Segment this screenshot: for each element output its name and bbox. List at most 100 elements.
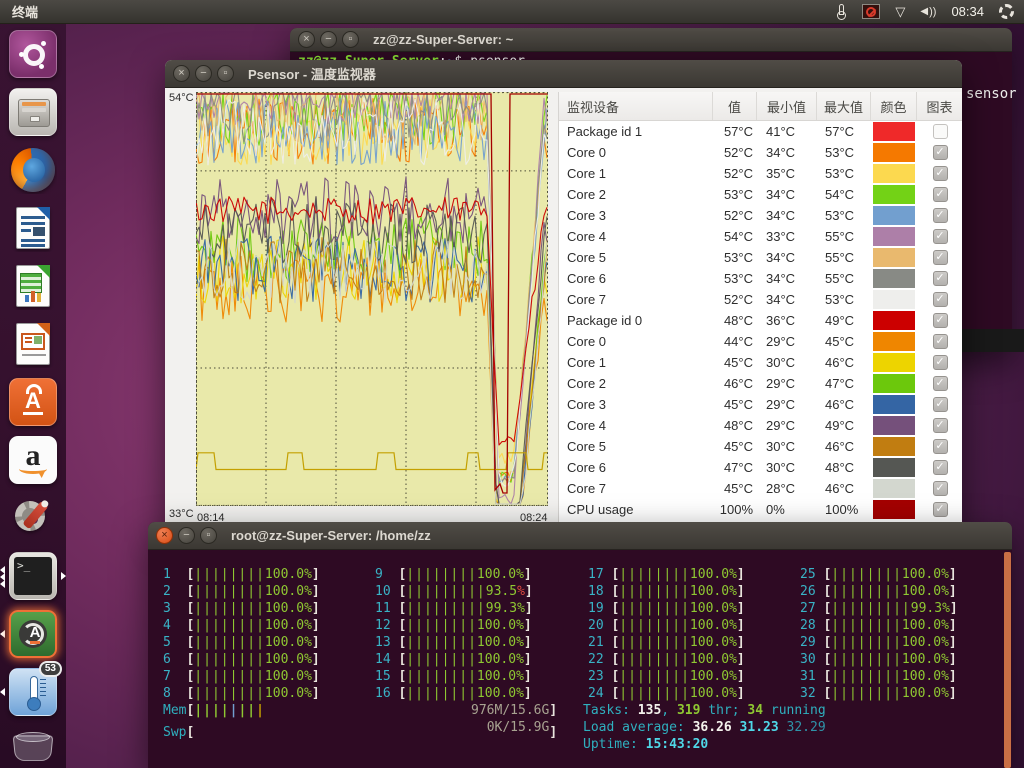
cpu-meter: 20 [||||||||100.0%] [588, 617, 745, 634]
launcher-item-settings[interactable] [9, 494, 57, 542]
table-cell: 29°C [757, 418, 817, 433]
graph-checkbox[interactable]: ✓ [933, 313, 948, 328]
window-fragment [962, 329, 1024, 352]
table-cell: 45°C [817, 334, 871, 349]
graph-checkbox[interactable]: ✓ [933, 481, 948, 496]
graph-checkbox[interactable]: ✓ [933, 376, 948, 391]
table-cell: CPU usage [559, 502, 713, 517]
graph-checkbox[interactable]: ✓ [933, 271, 948, 286]
maximize-button[interactable]: ▫ [342, 31, 359, 48]
memory-meter: Mem[||||||||976M/15.6G] [163, 702, 557, 719]
table-row[interactable]: Core 647°C30°C48°C✓ [559, 457, 962, 478]
minimize-button[interactable]: − [195, 65, 212, 82]
table-row[interactable]: Package id 048°C36°C49°C✓ [559, 310, 962, 331]
clock[interactable]: 08:34 [951, 4, 984, 19]
cpu-meter: 24 [||||||||100.0%] [588, 685, 745, 702]
column-header[interactable]: 颜色 [871, 92, 917, 120]
table-row[interactable]: Core 448°C29°C49°C✓ [559, 415, 962, 436]
minimize-button[interactable]: − [320, 31, 337, 48]
launcher-item-software-updater[interactable]: A [9, 610, 57, 658]
launcher-item-terminal[interactable]: >_ [9, 552, 57, 600]
screen-record-indicator-icon[interactable] [862, 4, 880, 19]
table-row[interactable]: Core 553°C34°C55°C✓ [559, 247, 962, 268]
graph-checkbox[interactable]: ✓ [933, 355, 948, 370]
table-row[interactable]: Core 246°C29°C47°C✓ [559, 373, 962, 394]
table-cell: 46°C [817, 355, 871, 370]
launcher-item-files[interactable] [9, 88, 57, 136]
app-menu-label[interactable]: 终端 [0, 2, 38, 21]
launcher-item-calc[interactable] [9, 262, 57, 310]
terminal-bg-titlebar[interactable]: × − ▫ zz@zz-Super-Server: ~ [290, 28, 1012, 52]
launcher-item-dash[interactable] [9, 30, 57, 78]
session-gear-icon[interactable] [999, 4, 1014, 19]
table-row[interactable]: Core 052°C34°C53°C✓ [559, 142, 962, 163]
cpu-meter: 7 [||||||||100.0%] [163, 668, 320, 685]
minimize-button[interactable]: − [178, 527, 195, 544]
table-row[interactable]: Core 454°C33°C55°C✓ [559, 226, 962, 247]
column-header[interactable]: 最大值 [817, 92, 871, 120]
graph-checkbox[interactable]: ✓ [933, 166, 948, 181]
volume-indicator-icon[interactable]: ◀)) [920, 6, 936, 18]
close-button[interactable]: × [156, 527, 173, 544]
thermometer-indicator-icon[interactable] [836, 4, 847, 20]
column-header[interactable]: 最小值 [757, 92, 817, 120]
close-button[interactable]: × [173, 65, 190, 82]
table-cell: 29°C [757, 397, 817, 412]
graph-checkbox[interactable]: ✓ [933, 397, 948, 412]
text-segment: Uptime: [583, 737, 646, 752]
close-button[interactable]: × [298, 31, 315, 48]
launcher-item-impress[interactable] [9, 320, 57, 368]
table-cell: 29°C [757, 376, 817, 391]
cpu-meter: 17 [||||||||100.0%] [588, 566, 745, 583]
column-header[interactable]: 值 [713, 92, 757, 120]
cpu-meter: 2 [||||||||100.0%] [163, 583, 320, 600]
table-row[interactable]: Core 752°C34°C53°C✓ [559, 289, 962, 310]
unity-launcher: A a >_ A 53 [0, 24, 66, 768]
scrollbar[interactable] [1004, 552, 1011, 768]
launcher-item-firefox[interactable] [9, 146, 57, 194]
graph-checkbox[interactable]: ✓ [933, 334, 948, 349]
table-row[interactable]: Core 745°C28°C46°C✓ [559, 478, 962, 499]
graph-checkbox[interactable]: ✓ [933, 418, 948, 433]
psensor-titlebar[interactable]: × − ▫ Psensor - 温度监视器 [165, 60, 962, 88]
graph-checkbox[interactable]: ✓ [933, 187, 948, 202]
cpu-meter: 23 [||||||||100.0%] [588, 668, 745, 685]
table-row[interactable]: CPU usage100%0%100%✓ [559, 499, 962, 520]
table-row[interactable]: Core 253°C34°C54°C✓ [559, 184, 962, 205]
table-row[interactable]: Core 044°C29°C45°C✓ [559, 331, 962, 352]
launcher-item-amazon[interactable]: a [9, 436, 57, 484]
launcher-item-trash[interactable] [10, 730, 56, 764]
table-row[interactable]: Core 152°C35°C53°C✓ [559, 163, 962, 184]
table-cell: Core 5 [559, 250, 713, 265]
network-indicator-icon[interactable]: ▽ [895, 5, 905, 18]
table-cell: 53°C [713, 271, 757, 286]
graph-checkbox[interactable]: ✓ [933, 460, 948, 475]
launcher-item-software[interactable]: A [9, 378, 57, 426]
table-row[interactable]: Core 653°C34°C55°C✓ [559, 268, 962, 289]
maximize-button[interactable]: ▫ [217, 65, 234, 82]
graph-checkbox[interactable]: ✓ [933, 145, 948, 160]
table-row[interactable]: Package id 157°C41°C57°C [559, 121, 962, 142]
table-row[interactable]: Core 345°C29°C46°C✓ [559, 394, 962, 415]
text-segment: 31.23 [740, 720, 787, 735]
graph-checkbox[interactable]: ✓ [933, 439, 948, 454]
graph-checkbox[interactable]: ✓ [933, 229, 948, 244]
table-row[interactable]: Core 545°C30°C46°C✓ [559, 436, 962, 457]
htop-window[interactable]: × − ▫ root@zz-Super-Server: /home/zz 1 [… [148, 522, 1012, 768]
column-header[interactable]: 图表 [917, 92, 962, 120]
maximize-button[interactable]: ▫ [200, 527, 217, 544]
graph-checkbox[interactable] [933, 124, 948, 139]
htop-titlebar[interactable]: × − ▫ root@zz-Super-Server: /home/zz [148, 522, 1012, 550]
graph-checkbox[interactable]: ✓ [933, 502, 948, 517]
launcher-item-writer[interactable] [9, 204, 57, 252]
table-cell: Core 6 [559, 271, 713, 286]
column-header[interactable]: 监视设备 [559, 92, 713, 120]
psensor-window[interactable]: × − ▫ Psensor - 温度监视器 54°C 33°C 08:14 08… [165, 60, 962, 530]
graph-checkbox[interactable]: ✓ [933, 250, 948, 265]
color-swatch [873, 143, 915, 162]
graph-checkbox[interactable]: ✓ [933, 292, 948, 307]
graph-checkbox[interactable]: ✓ [933, 208, 948, 223]
table-row[interactable]: Core 145°C30°C46°C✓ [559, 352, 962, 373]
table-row[interactable]: Core 352°C34°C53°C✓ [559, 205, 962, 226]
launcher-item-psensor[interactable]: 53 [9, 668, 57, 716]
